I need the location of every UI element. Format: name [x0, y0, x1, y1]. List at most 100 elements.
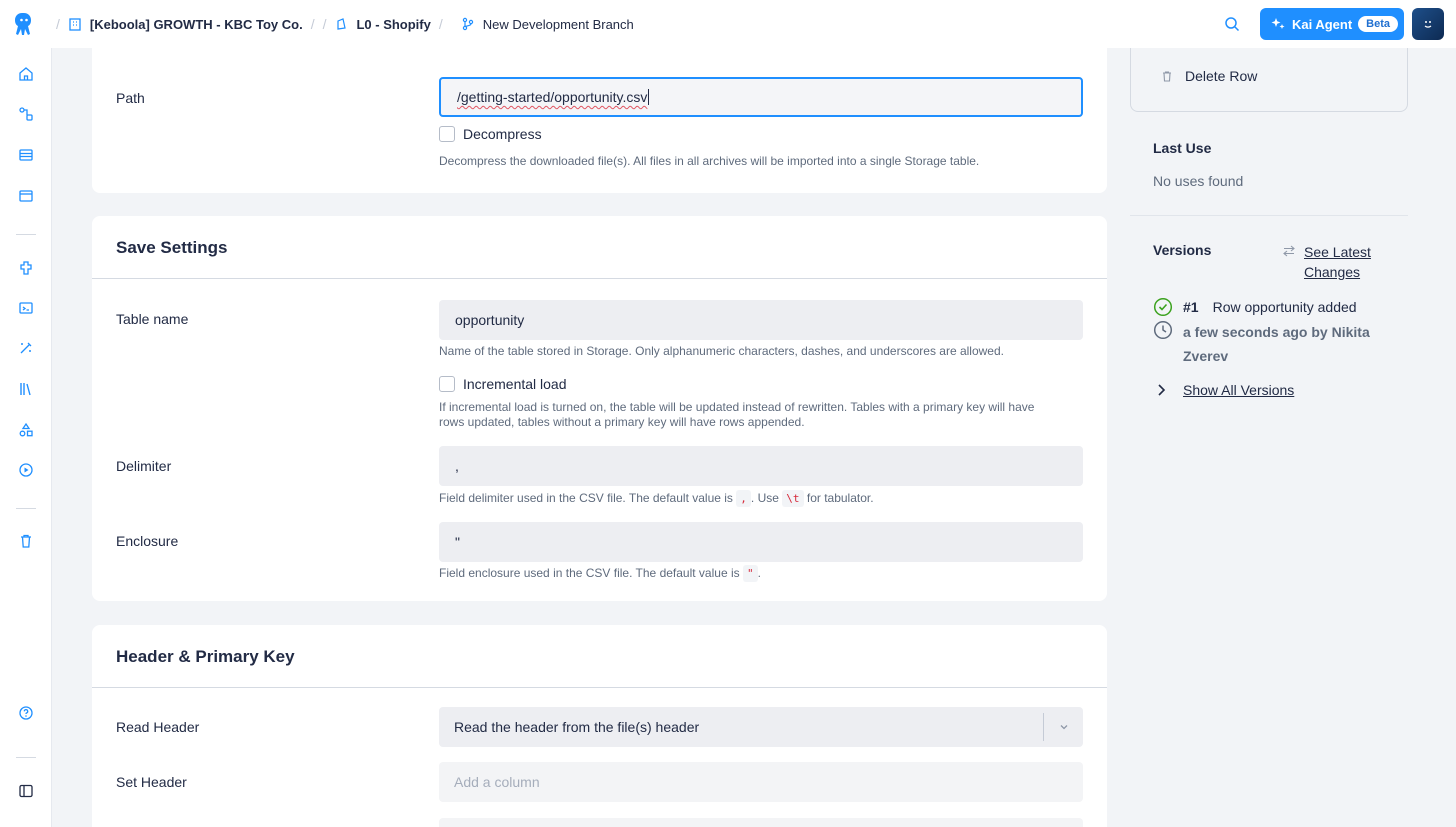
- breadcrumb-separator: /: [56, 16, 60, 32]
- decompress-help: Decompress the downloaded file(s). All f…: [439, 154, 980, 168]
- table-name-label: Table name: [116, 311, 189, 327]
- last-use-value: No uses found: [1153, 173, 1244, 189]
- help-icon[interactable]: [16, 703, 36, 723]
- read-header-select[interactable]: Read the header from the file(s) header: [439, 707, 1083, 747]
- checkbox-box[interactable]: [439, 126, 455, 142]
- next-field-input[interactable]: [439, 818, 1083, 827]
- sidebar-divider: [16, 234, 36, 235]
- enclosure-help: Field enclosure used in the CSV file. Th…: [439, 565, 761, 582]
- table-name-value: opportunity: [455, 312, 525, 328]
- last-use-title: Last Use: [1153, 140, 1212, 156]
- path-input-value: /getting-started/opportunity.csv: [457, 89, 648, 105]
- breadcrumb-branch[interactable]: New Development Branch: [461, 17, 634, 32]
- breadcrumb-project[interactable]: [Keboola] GROWTH - KBC Toy Co.: [68, 17, 303, 32]
- table-name-input[interactable]: opportunity: [439, 300, 1083, 340]
- check-circle-icon: [1153, 297, 1173, 317]
- actions-box: Delete Row: [1130, 48, 1408, 112]
- breadcrumb-branch-label: New Development Branch: [482, 16, 634, 32]
- path-label: Path: [116, 90, 145, 106]
- delimiter-help: Field delimiter used in the CSV file. Th…: [439, 490, 874, 507]
- panel-divider: [1130, 215, 1408, 216]
- version-meta: a few seconds ago by Nikita Zverev: [1153, 320, 1370, 368]
- compare-arrows-icon: [1283, 245, 1295, 257]
- sparkles-icon: [1271, 18, 1285, 29]
- decompress-checkbox[interactable]: Decompress: [439, 126, 542, 142]
- versions-title: Versions: [1153, 242, 1212, 258]
- delimiter-help-text: Field delimiter used in the CSV file. Th…: [439, 491, 733, 505]
- tab-code: \t: [782, 490, 804, 507]
- branch-icon: [461, 17, 475, 31]
- version-description: Row opportunity added: [1212, 299, 1357, 315]
- sidebar-divider: [16, 757, 36, 758]
- incremental-help: If incremental load is turned on, the ta…: [439, 400, 1034, 430]
- right-panel: Delete Row Last Use No uses found Versio…: [1130, 48, 1408, 827]
- set-header-input[interactable]: Add a column: [439, 762, 1083, 802]
- show-all-versions-link[interactable]: Show All Versions: [1153, 382, 1294, 398]
- delimiter-input[interactable]: ,: [439, 446, 1083, 486]
- components-icon[interactable]: [16, 258, 36, 278]
- read-header-label: Read Header: [116, 719, 200, 735]
- incremental-load-label: Incremental load: [463, 376, 567, 392]
- version-time-line: Zverev: [1183, 348, 1229, 364]
- set-header-label: Set Header: [116, 774, 187, 790]
- enclosure-input[interactable]: ": [439, 522, 1083, 562]
- enclosure-code: ": [742, 565, 758, 582]
- checkbox-box[interactable]: [439, 376, 455, 392]
- shapes-icon[interactable]: [16, 420, 36, 440]
- enclosure-value: ": [455, 534, 460, 550]
- see-latest-line: Changes: [1304, 264, 1361, 280]
- chevron-right-icon: [1158, 384, 1166, 396]
- trash-icon: [1163, 71, 1171, 82]
- kai-agent-button[interactable]: Kai Agent Beta: [1259, 8, 1404, 40]
- search-button[interactable]: [1216, 8, 1248, 40]
- magic-wand-icon[interactable]: [16, 338, 36, 358]
- enclosure-help-text: .: [757, 566, 761, 580]
- breadcrumb-component[interactable]: L0 - Shopify: [334, 16, 431, 32]
- sidebar-toggle-icon[interactable]: [16, 781, 36, 801]
- breadcrumb-separator: /: [438, 16, 443, 32]
- breadcrumb-component-label: L0 - Shopify: [356, 16, 431, 32]
- delimiter-label: Delimiter: [116, 458, 172, 474]
- enclosure-label: Enclosure: [116, 533, 179, 549]
- breadcrumb-project-label: [Keboola] GROWTH - KBC Toy Co.: [89, 16, 303, 32]
- incremental-load-checkbox[interactable]: Incremental load: [439, 376, 567, 392]
- main-content: Path /getting-started/opportunity.csv De…: [52, 48, 1456, 827]
- beta-badge: Beta: [1358, 16, 1398, 32]
- keboola-logo-icon[interactable]: [0, 0, 48, 48]
- incremental-help-line: rows updated, tables without a primary k…: [439, 415, 805, 429]
- see-latest-line: See Latest: [1304, 244, 1371, 260]
- path-input[interactable]: /getting-started/opportunity.csv: [439, 77, 1083, 117]
- table-name-help: Name of the table stored in Storage. Onl…: [439, 344, 1004, 358]
- sidebar: [0, 48, 52, 827]
- enclosure-help-text: Field enclosure used in the CSV file. Th…: [439, 566, 740, 580]
- save-settings-card: Save Settings Table name opportunity Nam…: [92, 216, 1107, 601]
- library-icon[interactable]: [16, 379, 36, 399]
- delimiter-help-text: for tabulator.: [806, 491, 874, 505]
- breadcrumb-separator: /: [310, 16, 315, 32]
- see-latest-changes-link[interactable]: See Latest Changes: [1282, 242, 1371, 282]
- version-number: #1: [1183, 299, 1199, 315]
- user-avatar[interactable]: [1412, 8, 1444, 40]
- incremental-help-line: If incremental load is turned on, the ta…: [439, 400, 1035, 414]
- top-bar: / [Keboola] GROWTH - KBC Toy Co. / / L0 …: [0, 0, 1456, 48]
- delete-row-button[interactable]: Delete Row: [1161, 68, 1257, 84]
- jobs-play-icon[interactable]: [16, 460, 36, 480]
- delimiter-help-text: . Use: [750, 491, 779, 505]
- trash-icon[interactable]: [16, 531, 36, 551]
- transformations-icon[interactable]: [16, 186, 36, 206]
- sidebar-divider: [16, 508, 36, 509]
- version-item[interactable]: #1 Row opportunity added: [1153, 297, 1357, 317]
- search-icon: [1225, 17, 1239, 32]
- header-primary-key-title: Header & Primary Key: [92, 625, 1107, 688]
- delimiter-code: ,: [736, 490, 751, 507]
- delete-row-label: Delete Row: [1185, 68, 1258, 84]
- building-icon: [68, 17, 82, 31]
- storage-icon[interactable]: [16, 145, 36, 165]
- chevron-down-icon[interactable]: [1043, 713, 1083, 741]
- home-icon[interactable]: [16, 64, 36, 84]
- flows-icon[interactable]: [16, 104, 36, 124]
- avatar-face-icon: [1424, 21, 1432, 28]
- read-header-value: Read the header from the file(s) header: [454, 719, 700, 735]
- terminal-icon[interactable]: [16, 298, 36, 318]
- show-all-versions-label: Show All Versions: [1183, 382, 1295, 398]
